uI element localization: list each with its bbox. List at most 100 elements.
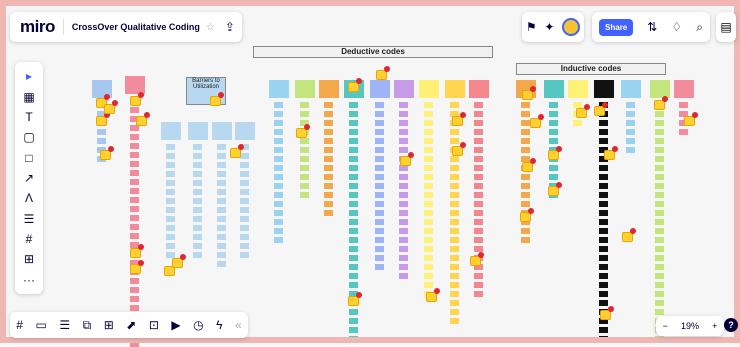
filter-icon[interactable]: ⇅ [647, 20, 657, 34]
sticky-note[interactable] [399, 219, 408, 225]
sticky-note[interactable] [599, 120, 608, 126]
sticky-note[interactable] [375, 138, 384, 144]
code-column-header[interactable] [419, 80, 439, 98]
sticky-note[interactable] [655, 111, 664, 117]
sticky-note[interactable] [424, 174, 433, 180]
sticky-note[interactable] [599, 264, 608, 270]
zoom-level[interactable]: 19% [681, 321, 699, 331]
sticky-note[interactable] [626, 102, 635, 108]
sticky-note[interactable] [166, 225, 175, 231]
sticky-note[interactable] [349, 327, 358, 333]
code-column-header[interactable] [674, 80, 694, 98]
sticky-note[interactable] [375, 255, 384, 261]
sticky-note[interactable] [599, 246, 608, 252]
sticky-note[interactable] [274, 183, 283, 189]
sticky-note[interactable] [349, 129, 358, 135]
sticky-note[interactable] [599, 165, 608, 171]
sticky-note[interactable] [274, 156, 283, 162]
sticky-note[interactable] [474, 174, 483, 180]
sticky-note[interactable] [474, 273, 483, 279]
sticky-note[interactable] [424, 165, 433, 171]
sticky-note[interactable] [424, 156, 433, 162]
sticky-note[interactable] [549, 102, 558, 108]
sticky-note[interactable] [193, 216, 202, 222]
sticky-note[interactable] [521, 183, 530, 189]
code-column-header[interactable] [295, 80, 315, 98]
sticky-note[interactable] [655, 246, 664, 252]
sticky-note[interactable] [599, 228, 608, 234]
code-column-header[interactable] [469, 80, 489, 98]
sticky-note[interactable] [166, 153, 175, 159]
bottom-tool-1-icon[interactable]: ▭ [35, 319, 46, 331]
sticky-note[interactable] [474, 102, 483, 108]
sticky-note[interactable] [655, 201, 664, 207]
sticky-note[interactable] [626, 120, 635, 126]
code-column-header[interactable] [544, 80, 564, 98]
bottom-tool-6-icon[interactable]: ⊡ [149, 319, 159, 331]
sticky-note[interactable] [324, 147, 333, 153]
sticky-note[interactable] [193, 225, 202, 231]
sticky-note[interactable] [217, 243, 226, 249]
tool-0-icon[interactable]: ▸ [26, 70, 32, 82]
sticky-note[interactable] [450, 291, 459, 297]
sticky-note[interactable] [474, 282, 483, 288]
sticky-note[interactable] [599, 201, 608, 207]
sticky-note[interactable] [300, 165, 309, 171]
sticky-note[interactable] [300, 111, 309, 117]
sticky-note[interactable] [626, 147, 635, 153]
sticky-note[interactable] [324, 192, 333, 198]
code-column-header[interactable] [319, 80, 339, 98]
sticky-note[interactable] [375, 210, 384, 216]
search-icon[interactable]: ⌕ [696, 20, 703, 35]
code-column-header[interactable] [568, 80, 588, 98]
sticky-note[interactable] [655, 147, 664, 153]
sticky-note[interactable] [324, 102, 333, 108]
sticky-note[interactable] [474, 111, 483, 117]
sticky-note[interactable] [450, 174, 459, 180]
help-button[interactable]: ? [724, 318, 738, 332]
sticky-note[interactable] [324, 201, 333, 207]
sticky-note[interactable] [521, 174, 530, 180]
sticky-note[interactable] [240, 189, 249, 195]
sticky-note[interactable] [399, 147, 408, 153]
sticky-note[interactable] [599, 219, 608, 225]
sticky-note[interactable] [679, 102, 688, 108]
sticky-note[interactable] [349, 219, 358, 225]
sticky-note[interactable] [130, 206, 139, 212]
tool-10-icon[interactable]: ··· [23, 274, 35, 286]
sticky-note[interactable] [424, 228, 433, 234]
sticky-note[interactable] [324, 111, 333, 117]
sticky-note[interactable] [474, 237, 483, 243]
sticky-note[interactable] [193, 171, 202, 177]
board-title[interactable]: CrossOver Qualitative Coding [72, 22, 200, 32]
sticky-note[interactable] [193, 207, 202, 213]
sticky-note[interactable] [349, 192, 358, 198]
sticky-note[interactable] [349, 174, 358, 180]
sticky-note[interactable] [399, 255, 408, 261]
sticky-note[interactable] [424, 138, 433, 144]
sticky-note[interactable] [375, 156, 384, 162]
sticky-note[interactable] [324, 210, 333, 216]
sticky-note[interactable] [130, 188, 139, 194]
sticky-note[interactable] [300, 147, 309, 153]
sticky-note[interactable] [375, 219, 384, 225]
sticky-note[interactable] [655, 192, 664, 198]
sticky-note[interactable] [450, 309, 459, 315]
sticky-note[interactable] [217, 198, 226, 204]
sticky-note[interactable] [599, 327, 608, 333]
sticky-note[interactable] [130, 179, 139, 185]
sticky-note[interactable] [599, 291, 608, 297]
sticky-note[interactable] [166, 171, 175, 177]
sticky-note[interactable] [193, 144, 202, 150]
code-column-header[interactable] [370, 80, 390, 98]
sticky-note[interactable] [217, 180, 226, 186]
sticky-note[interactable] [655, 291, 664, 297]
sticky-note[interactable] [349, 210, 358, 216]
sticky-note[interactable] [399, 102, 408, 108]
sticky-note[interactable] [655, 282, 664, 288]
sticky-note[interactable] [97, 129, 106, 135]
sticky-note[interactable] [450, 102, 459, 108]
code-column-header[interactable] [161, 122, 181, 140]
sticky-note[interactable] [240, 252, 249, 258]
sticky-note[interactable] [424, 129, 433, 135]
